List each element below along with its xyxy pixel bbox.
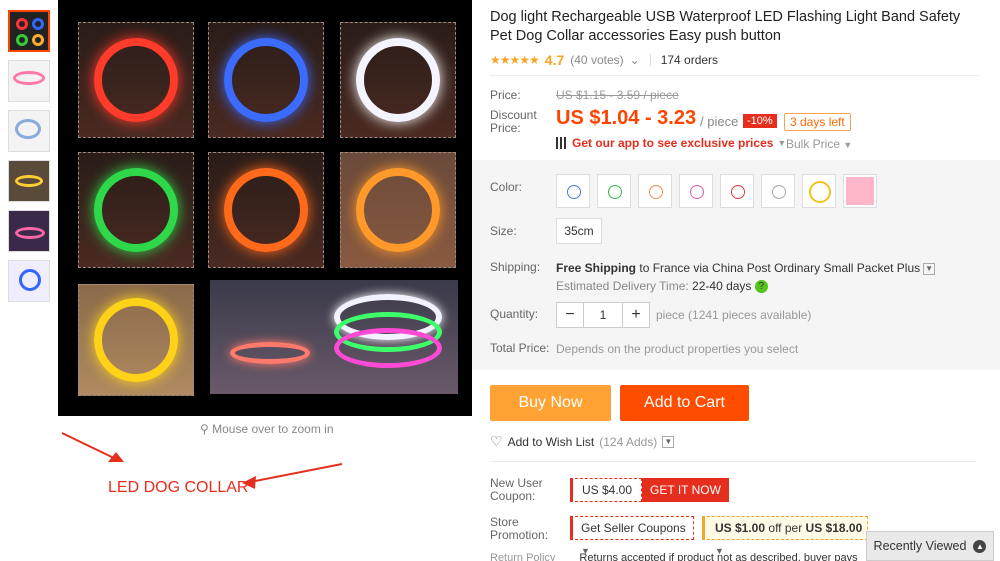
product-title: Dog light Rechargeable USB Waterproof LE… <box>490 9 961 44</box>
caret-down-icon: ▼ <box>843 140 853 150</box>
add-to-cart-button[interactable]: Add to Cart <box>620 385 749 421</box>
chevron-down-icon: ▼ <box>923 262 936 275</box>
color-swatch[interactable] <box>720 174 754 208</box>
decrease-button[interactable]: − <box>557 306 583 324</box>
price-label: Price: <box>490 88 521 102</box>
size-option[interactable]: 35cm <box>556 218 602 244</box>
color-swatch[interactable] <box>679 174 713 208</box>
shipping-label: Shipping: <box>490 260 541 274</box>
seller-coupons-dropdown[interactable]: Get Seller Coupons ▼ <box>570 516 694 556</box>
quantity-label: Quantity: <box>490 307 539 321</box>
new-user-coupon-amount: US $4.00 <box>570 478 642 502</box>
color-dot <box>846 177 874 205</box>
increase-button[interactable]: + <box>623 306 649 324</box>
new-user-coupon-label: New User Coupon: <box>490 476 543 503</box>
total-price-note: Depends on the product properties you se… <box>556 342 799 356</box>
annotation-label: LED DOG COLLAR <box>108 479 249 496</box>
original-price: US $1.15 - 3.59 / piece <box>556 88 679 102</box>
color-swatch[interactable] <box>802 174 836 208</box>
color-dot <box>567 185 581 199</box>
annotation-arrows <box>61 432 343 489</box>
size-label: Size: <box>490 224 517 238</box>
annotation-arrow-left <box>61 432 119 461</box>
price-unit: / piece <box>700 114 739 129</box>
discount-price-label: Discount Price: <box>490 108 537 135</box>
color-label: Color: <box>490 180 523 194</box>
estimated-delivery: Estimated Delivery Time: 22-40 days ? <box>556 279 768 294</box>
color-swatch[interactable] <box>761 174 795 208</box>
days-left-badge: 3 days left <box>784 113 851 131</box>
buy-now-button[interactable]: Buy Now <box>490 385 611 421</box>
chevron-down-icon: ▼ <box>662 435 675 448</box>
orders-count: 174 orders <box>660 53 719 67</box>
color-dot <box>649 185 663 199</box>
color-dot <box>809 181 831 203</box>
app-exclusive-link[interactable]: Get our app to see exclusive prices ▼ <box>556 136 786 150</box>
color-dot <box>772 185 786 199</box>
quantity-available: piece (1241 pieces available) <box>656 308 812 322</box>
rating-score: 4.7 <box>544 52 565 68</box>
annotation-arrow-right <box>249 463 343 483</box>
color-dot <box>608 185 622 199</box>
chevron-up-icon: ▲ <box>973 539 987 553</box>
color-dot <box>690 185 704 199</box>
color-swatch[interactable] <box>597 174 631 208</box>
rating-row: ★★★★★ 4.7 (40 votes) ⌄ 174 orders <box>490 52 718 68</box>
shipping-method[interactable]: Free Shipping to France via China Post O… <box>556 261 936 275</box>
votes-count[interactable]: (40 votes) <box>570 53 623 67</box>
help-icon: ? <box>754 280 768 294</box>
bulk-price-dropdown[interactable]: Bulk Price ▼ <box>786 137 852 151</box>
add-to-wishlist[interactable]: ♡ Add to Wish List (124 Adds) ▼ <box>490 433 675 450</box>
store-promotion-dropdown[interactable]: US $1.00 off per US $18.00 ▼ <box>702 516 868 556</box>
store-promotion-label: Store Promotion: <box>490 515 549 542</box>
color-dot <box>731 185 745 199</box>
chevron-down-icon: ⌄ <box>629 53 640 67</box>
total-price-label: Total Price: <box>490 341 550 355</box>
heart-icon: ♡ <box>490 433 503 449</box>
color-swatch[interactable] <box>638 174 672 208</box>
discount-badge: -10% <box>743 114 777 128</box>
qr-code-icon <box>556 137 568 149</box>
color-swatch[interactable] <box>556 174 590 208</box>
color-swatch[interactable] <box>843 174 877 208</box>
return-policy: Return Policy Returns accepted if product… <box>490 552 858 561</box>
get-it-now-button[interactable]: GET IT NOW <box>642 478 729 502</box>
current-price: US $1.04 - 3.23 <box>556 107 697 129</box>
quantity-input[interactable]: 1 <box>583 303 623 327</box>
caret-down-icon: ▼ <box>777 138 787 148</box>
recently-viewed-button[interactable]: Recently Viewed ▲ <box>866 531 994 561</box>
quantity-stepper: − 1 + <box>556 302 650 328</box>
star-rating-icon: ★★★★★ <box>490 53 540 67</box>
